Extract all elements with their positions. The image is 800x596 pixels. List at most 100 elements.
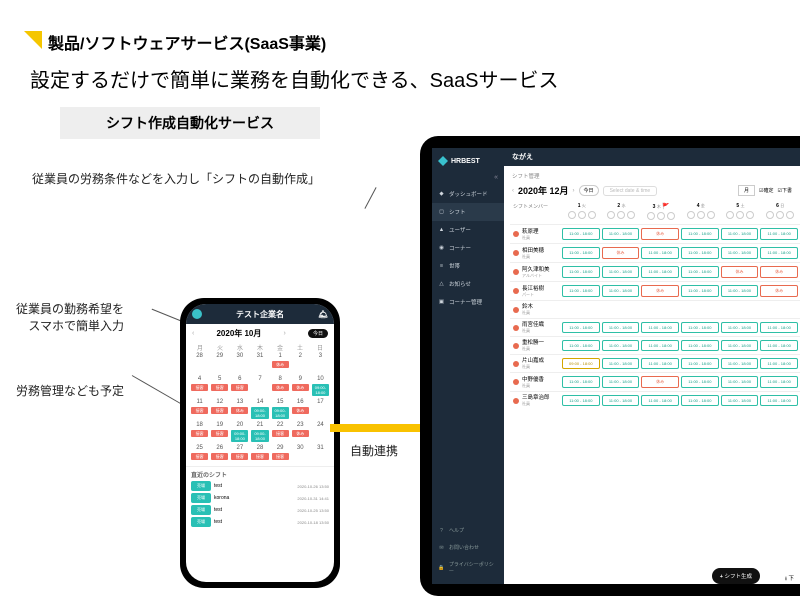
- shift-chip[interactable]: 11:00 - 18:00: [562, 285, 600, 297]
- shift-chip[interactable]: 11:00 - 18:00: [602, 376, 640, 388]
- sidebar-item[interactable]: ▲ユーザー: [432, 221, 504, 239]
- phone-calendar-cell[interactable]: 30: [230, 352, 249, 374]
- shift-chip[interactable]: 11:00 - 18:00: [681, 358, 719, 369]
- shift-chip[interactable]: 11:00 - 18:00: [681, 247, 719, 259]
- shift-chip[interactable]: 11:00 - 18:00: [602, 285, 640, 297]
- shift-chip[interactable]: 休み: [602, 247, 640, 259]
- next-month[interactable]: ›: [573, 188, 575, 194]
- phone-calendar-cell[interactable]: 18接客: [190, 421, 209, 443]
- shift-chip[interactable]: 11:00 - 18:00: [562, 322, 600, 333]
- employee-cell[interactable]: 阿久津和美アルバイト: [510, 263, 562, 281]
- phone-calendar-cell[interactable]: 1休み: [271, 352, 290, 374]
- shift-chip[interactable]: 11:00 - 18:00: [562, 376, 600, 388]
- phone-calendar-cell[interactable]: 24: [311, 421, 330, 443]
- shift-chip[interactable]: 11:00 - 18:00: [760, 247, 798, 259]
- sidebar-footer-item[interactable]: ?ヘルプ: [432, 522, 504, 539]
- employee-cell[interactable]: 片山嘉成社員: [510, 355, 562, 372]
- sidebar-footer-item[interactable]: 🔒プライバシーポリシー: [432, 556, 504, 580]
- shift-chip[interactable]: 11:00 - 18:00: [721, 376, 759, 388]
- phone-calendar-cell[interactable]: 1009:00-18:00: [311, 375, 330, 397]
- checkbox-draft[interactable]: ☑下書: [778, 187, 793, 194]
- shift-chip[interactable]: 11:00 - 18:00: [681, 340, 719, 351]
- shift-chip[interactable]: 11:00 - 18:00: [760, 228, 798, 240]
- phone-recent-row[interactable]: 売場test2020-10-26 13:50: [191, 481, 329, 491]
- shift-chip[interactable]: 11:00 - 18:00: [641, 247, 679, 259]
- today-button[interactable]: 今日: [579, 185, 599, 196]
- phone-calendar-cell[interactable]: 7: [250, 375, 269, 397]
- phone-calendar-cell[interactable]: 19接客: [210, 421, 229, 443]
- shift-chip[interactable]: 11:00 - 18:00: [681, 322, 719, 333]
- phone-calendar-cell[interactable]: 29: [210, 352, 229, 374]
- shift-chip[interactable]: 11:00 - 18:00: [760, 322, 798, 333]
- shift-chip[interactable]: 11:00 - 18:00: [681, 228, 719, 240]
- phone-calendar-cell[interactable]: 17: [311, 398, 330, 420]
- employee-cell[interactable]: 鈴木社員: [510, 301, 562, 318]
- shift-chip[interactable]: 11:00 - 18:00: [562, 395, 600, 406]
- shift-chip[interactable]: 11:00 - 18:00: [562, 340, 600, 351]
- download-button[interactable]: ⭳ 下: [785, 574, 794, 584]
- sidebar-item[interactable]: △お知らせ: [432, 275, 504, 293]
- shift-chip[interactable]: 11:00 - 18:00: [721, 358, 759, 369]
- phone-calendar-cell[interactable]: 2109:00-18:00: [250, 421, 269, 443]
- shift-chip[interactable]: 11:00 - 18:00: [721, 322, 759, 333]
- employee-cell[interactable]: 中野優香社員: [510, 373, 562, 391]
- shift-chip[interactable]: 休み: [760, 266, 798, 278]
- phone-calendar-cell[interactable]: 22接客: [271, 421, 290, 443]
- phone-recent-row[interactable]: 売場test2020-10-25 13:50: [191, 505, 329, 515]
- employee-cell[interactable]: 重松勝一社員: [510, 337, 562, 354]
- sidebar-collapse-icon[interactable]: «: [432, 174, 504, 185]
- shift-chip[interactable]: 11:00 - 18:00: [602, 266, 640, 278]
- date-picker[interactable]: Select date & time: [603, 186, 658, 196]
- shift-chip[interactable]: 11:00 - 18:00: [602, 322, 640, 333]
- phone-calendar-cell[interactable]: 26接客: [210, 444, 229, 466]
- shift-chip[interactable]: 11:00 - 18:00: [760, 395, 798, 406]
- shift-chip[interactable]: 11:00 - 18:00: [641, 266, 679, 278]
- shift-chip[interactable]: 休み: [641, 228, 679, 240]
- phone-calendar-cell[interactable]: 23休み: [291, 421, 310, 443]
- prev-month[interactable]: ‹: [512, 188, 514, 194]
- shift-chip[interactable]: 11:00 - 18:00: [760, 358, 798, 369]
- sidebar-item[interactable]: ▣コーナー管理: [432, 293, 504, 311]
- sidebar-item[interactable]: ◻シフト: [432, 203, 504, 221]
- phone-next-month[interactable]: ›: [284, 330, 286, 337]
- phone-calendar-cell[interactable]: 11接客: [190, 398, 209, 420]
- phone-recent-row[interactable]: 売場korona2020-10-31 14:41: [191, 493, 329, 503]
- shift-chip[interactable]: 休み: [641, 376, 679, 388]
- shift-chip[interactable]: 11:00 - 18:00: [641, 340, 679, 351]
- shift-chip[interactable]: 11:00 - 18:00: [641, 322, 679, 333]
- shift-chip[interactable]: 11:00 - 18:00: [602, 340, 640, 351]
- shift-chip[interactable]: 11:00 - 18:00: [602, 228, 640, 240]
- sidebar-footer-item[interactable]: ✉お問い合わせ: [432, 539, 504, 556]
- shift-chip[interactable]: 11:00 - 18:00: [602, 358, 640, 369]
- shift-chip[interactable]: 11:00 - 18:00: [681, 285, 719, 297]
- phone-calendar-cell[interactable]: 8休み: [271, 375, 290, 397]
- phone-prev-month[interactable]: ‹: [192, 330, 194, 337]
- phone-calendar-cell[interactable]: 12接客: [210, 398, 229, 420]
- employee-cell[interactable]: 萩原理社員: [510, 225, 562, 243]
- generate-shift-button[interactable]: シフト生成: [712, 568, 760, 584]
- phone-calendar-cell[interactable]: 2: [291, 352, 310, 374]
- sidebar-item[interactable]: ◉コーナー: [432, 239, 504, 257]
- shift-chip[interactable]: 11:00 - 18:00: [681, 376, 719, 388]
- phone-calendar-cell[interactable]: 6接客: [230, 375, 249, 397]
- phone-calendar-cell[interactable]: 29接客: [271, 444, 290, 466]
- phone-calendar-cell[interactable]: 31: [250, 352, 269, 374]
- phone-calendar-cell[interactable]: 28接客: [250, 444, 269, 466]
- sidebar-item[interactable]: ◆ダッシュボード: [432, 185, 504, 203]
- view-toggle-month[interactable]: 月: [738, 185, 755, 196]
- shift-chip[interactable]: 11:00 - 18:00: [562, 247, 600, 259]
- phone-calendar-cell[interactable]: 30: [291, 444, 310, 466]
- phone-calendar-cell[interactable]: 27接客: [230, 444, 249, 466]
- shift-chip[interactable]: 11:00 - 18:00: [562, 266, 600, 278]
- shift-chip[interactable]: 休み: [721, 266, 759, 278]
- phone-calendar-cell[interactable]: 9休み: [291, 375, 310, 397]
- phone-calendar-cell[interactable]: 3: [311, 352, 330, 374]
- employee-cell[interactable]: 三島章治郎社員: [510, 392, 562, 409]
- shift-chip[interactable]: 11:00 - 18:00: [681, 266, 719, 278]
- shift-chip[interactable]: 11:00 - 18:00: [760, 376, 798, 388]
- bell-icon[interactable]: 🛎: [318, 310, 328, 319]
- shift-chip[interactable]: 11:00 - 18:00: [721, 228, 759, 240]
- shift-chip[interactable]: 11:00 - 18:00: [721, 247, 759, 259]
- phone-calendar-cell[interactable]: 28: [190, 352, 209, 374]
- shift-chip[interactable]: 11:00 - 18:00: [760, 340, 798, 351]
